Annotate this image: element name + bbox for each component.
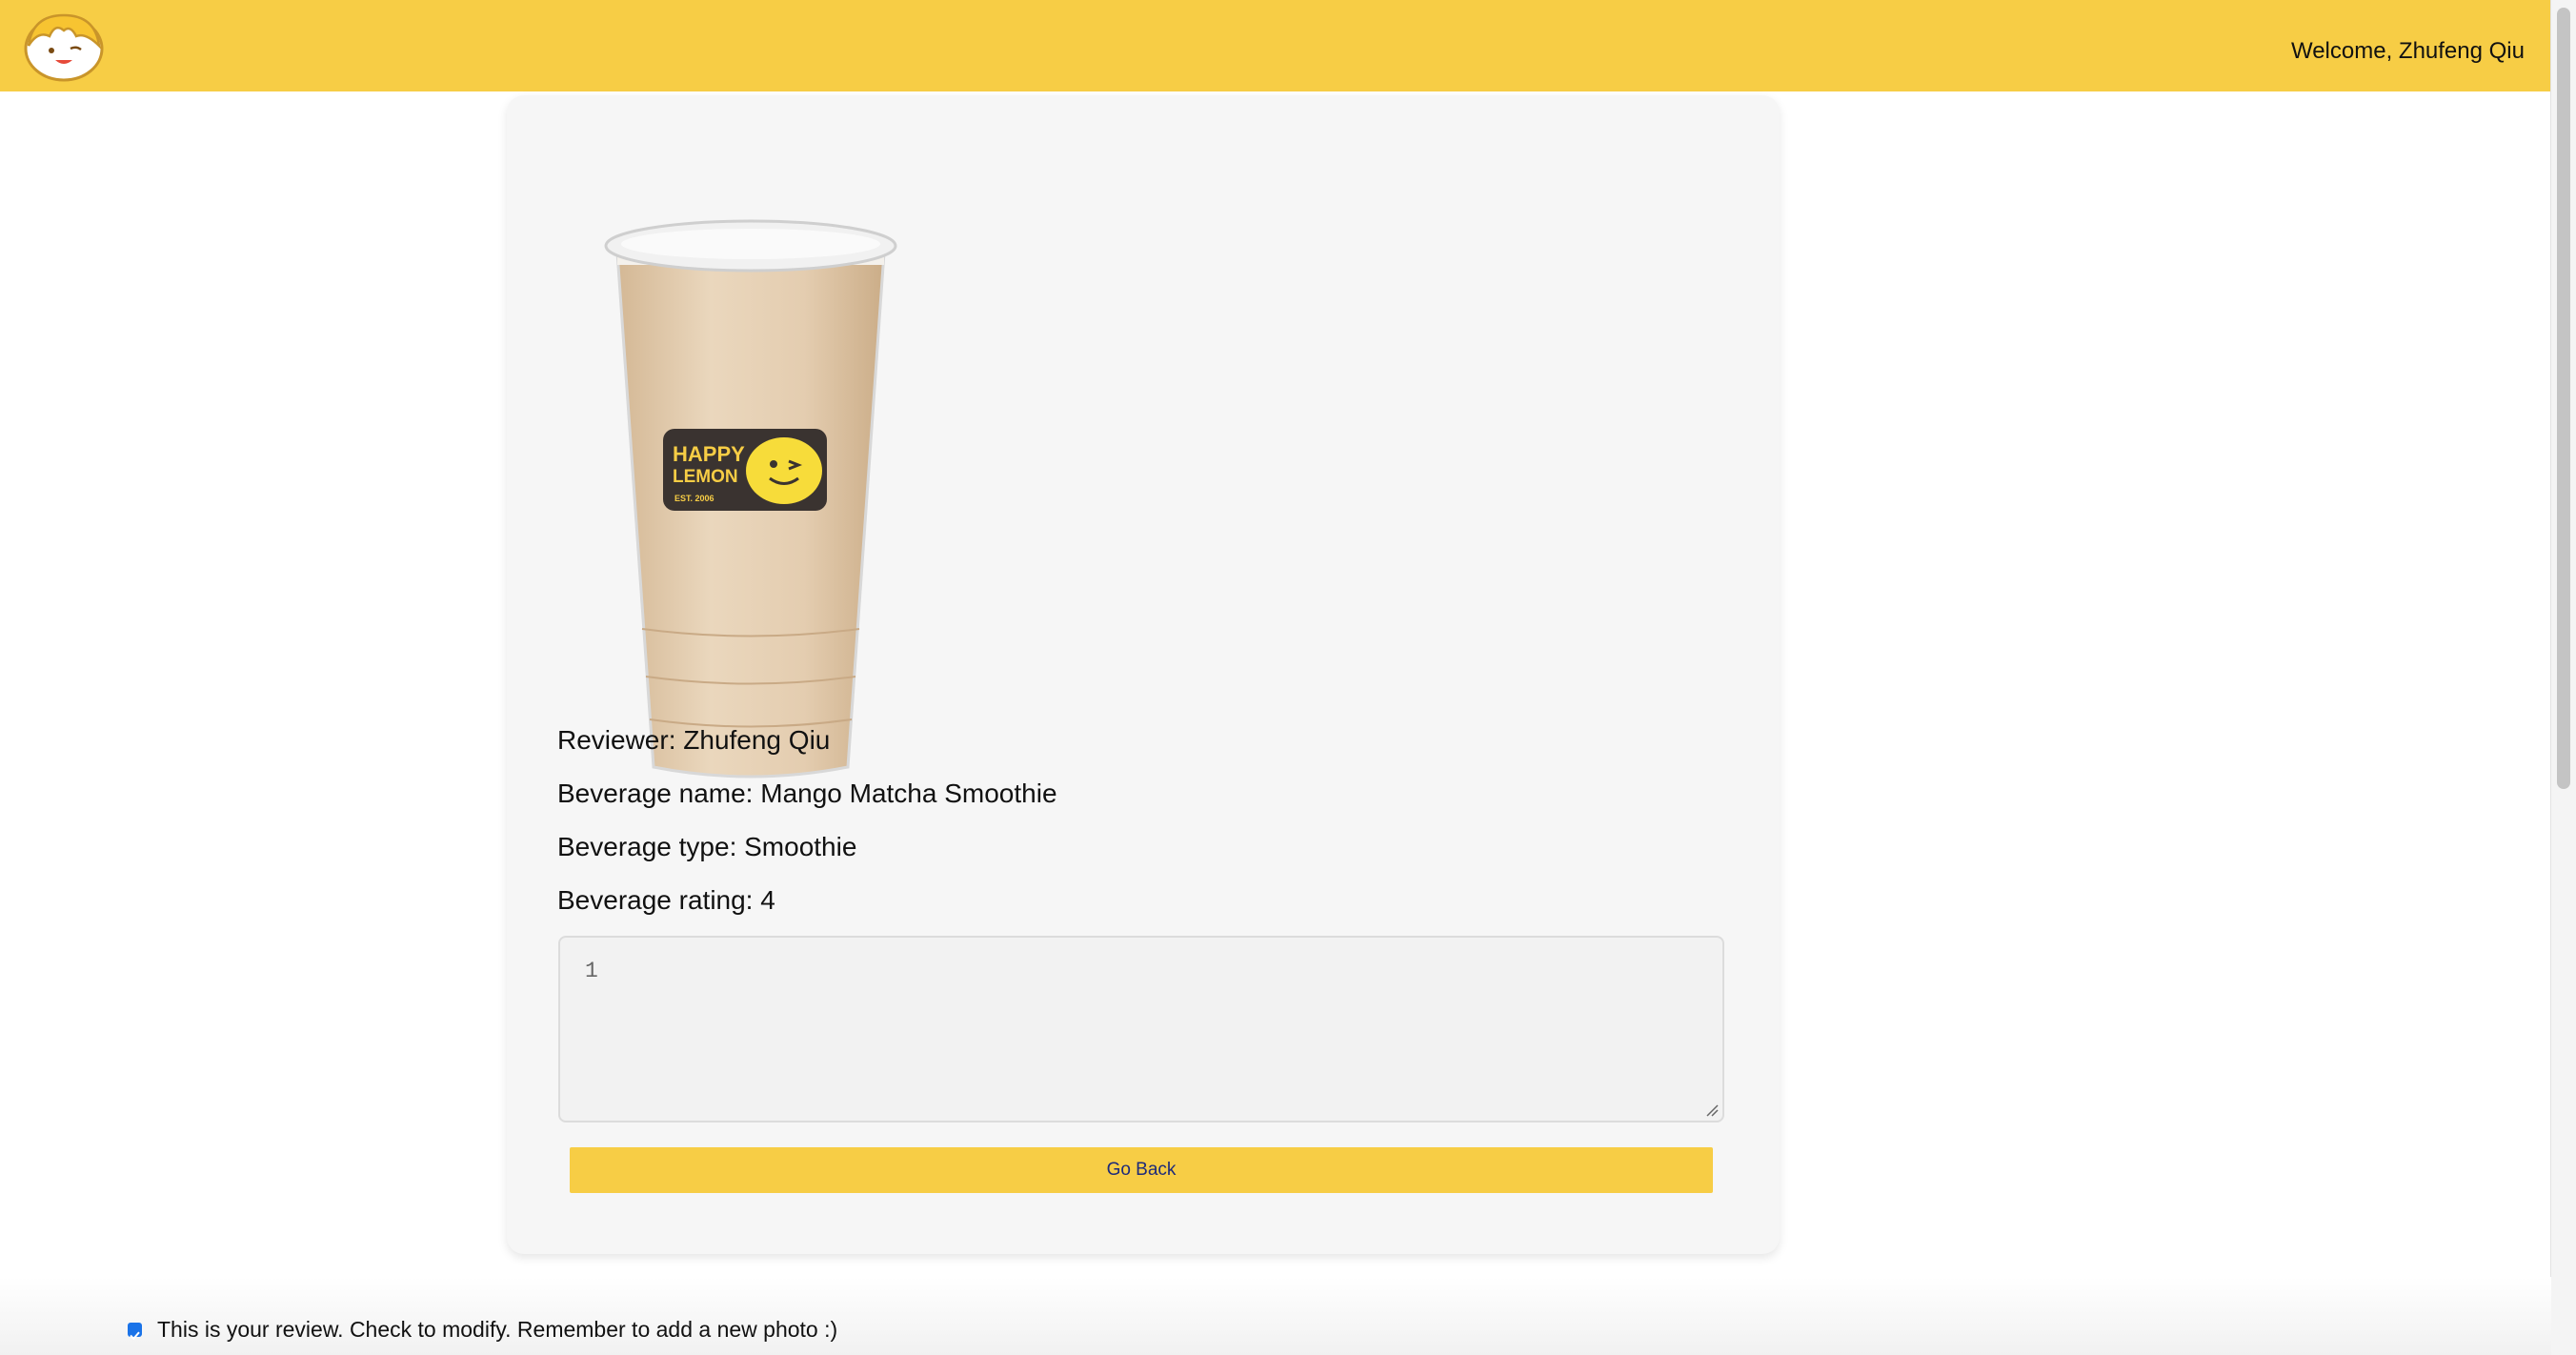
top-bar: Welcome, Zhufeng Qiu bbox=[0, 0, 2551, 91]
modify-review-checkbox[interactable] bbox=[128, 1323, 142, 1341]
resize-grip-icon[interactable] bbox=[1705, 1103, 1719, 1117]
cup-label-line2: LEMON bbox=[673, 467, 738, 487]
go-back-button[interactable]: Go Back bbox=[570, 1147, 1713, 1193]
modify-review-label: This is your review. Check to modify. Re… bbox=[157, 1317, 838, 1342]
page-scrollbar[interactable] bbox=[2550, 0, 2576, 1355]
bottom-bar bbox=[0, 1277, 2551, 1355]
happy-lemon-logo-icon[interactable] bbox=[23, 8, 105, 84]
beverage-name-text: Beverage name: Mango Matcha Smoothie bbox=[557, 779, 1057, 808]
checkmark-icon bbox=[130, 1331, 140, 1341]
welcome-text: Welcome, Zhufeng Qiu bbox=[2290, 38, 2525, 64]
cup-label-line1: HAPPY bbox=[673, 442, 745, 466]
beverage-rating-text: Beverage rating: 4 bbox=[557, 885, 775, 915]
beverage-type-text: Beverage type: Smoothie bbox=[557, 832, 857, 861]
reviewer-text: Reviewer: Zhufeng Qiu bbox=[557, 725, 831, 755]
review-comment-textarea[interactable]: 1 bbox=[558, 936, 1724, 1122]
review-card: HAPPY LEMON EST. 2006 Reviewer: Zhufeng … bbox=[507, 95, 1780, 1254]
cup-label-line3: EST. 2006 bbox=[674, 494, 714, 503]
review-comment-value: 1 bbox=[585, 959, 598, 983]
beverage-image: HAPPY LEMON EST. 2006 bbox=[604, 219, 897, 779]
scrollbar-thumb[interactable] bbox=[2557, 8, 2570, 789]
modify-review-row: This is your review. Check to modify. Re… bbox=[128, 1317, 837, 1343]
